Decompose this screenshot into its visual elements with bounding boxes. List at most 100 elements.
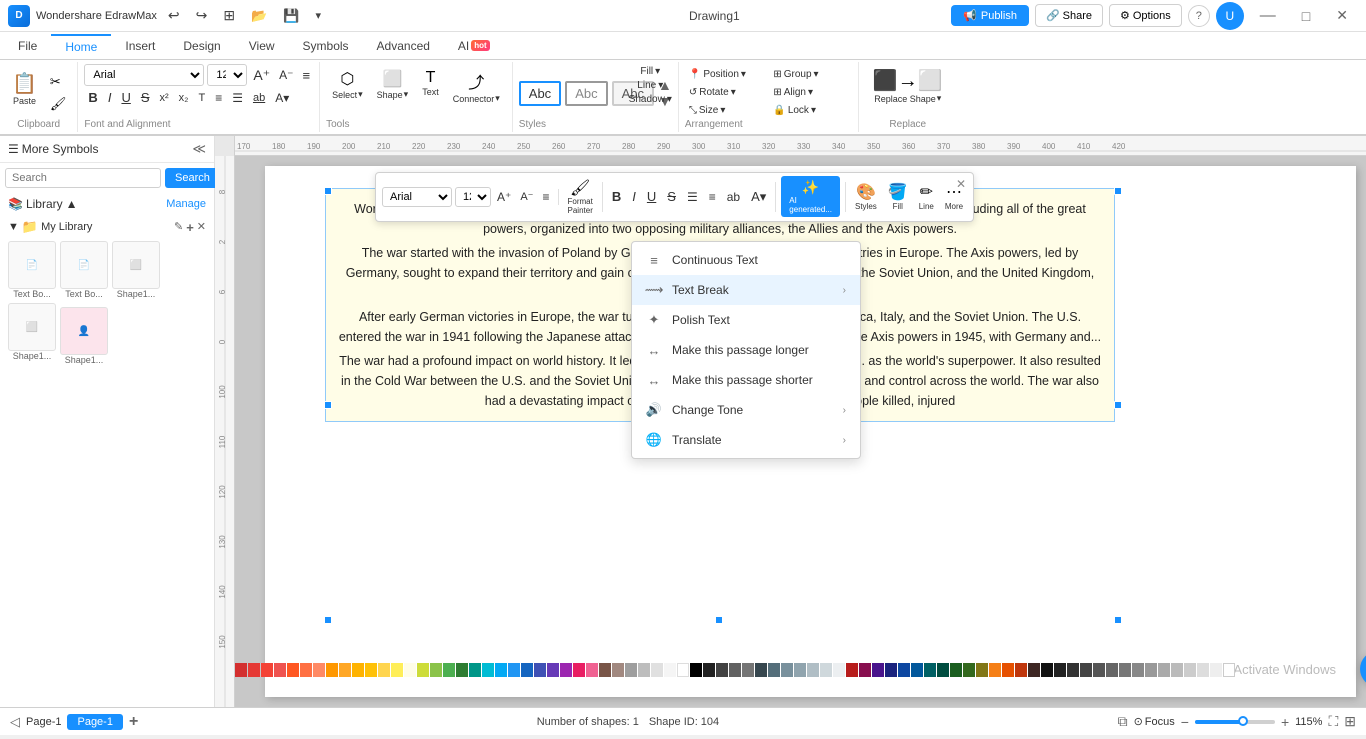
rotate-btn[interactable]: ↺ Rotate▾: [685, 84, 768, 100]
layer-icon[interactable]: ⧉: [1118, 713, 1128, 730]
color-swatch[interactable]: [417, 663, 429, 677]
more-btn[interactable]: ▾: [310, 7, 326, 24]
zoom-minus-btn[interactable]: −: [1181, 714, 1189, 730]
color-swatch[interactable]: [443, 663, 455, 677]
color-swatch[interactable]: [430, 663, 442, 677]
maximize-btn[interactable]: □: [1292, 6, 1320, 26]
ft-underline[interactable]: U: [643, 187, 660, 206]
color-swatch[interactable]: [469, 663, 481, 677]
ctx-change-tone[interactable]: 🔊 Change Tone ›: [632, 395, 860, 425]
color-swatch[interactable]: [235, 663, 247, 677]
color-swatch[interactable]: [781, 663, 793, 677]
text-align-btn[interactable]: ≡: [300, 67, 314, 84]
bold-btn[interactable]: B: [84, 89, 101, 106]
color-swatch[interactable]: [1041, 663, 1053, 677]
color-swatch[interactable]: [365, 663, 377, 677]
color-swatch[interactable]: [976, 663, 988, 677]
font-increase-btn[interactable]: A⁺: [250, 66, 273, 85]
color-swatch[interactable]: [300, 663, 312, 677]
color-swatch[interactable]: [560, 663, 572, 677]
open-btn[interactable]: 📂: [246, 6, 272, 26]
paste-btn[interactable]: 📋 Paste: [6, 68, 43, 109]
tab-design[interactable]: Design: [169, 35, 234, 57]
manage-link[interactable]: Manage: [166, 198, 206, 210]
ft-list[interactable]: ☰: [683, 188, 702, 206]
search-input[interactable]: [5, 168, 161, 188]
ft-size-up[interactable]: A⁺: [494, 189, 514, 205]
style-abc2[interactable]: Abc: [565, 81, 607, 106]
font-family-select[interactable]: Arial: [84, 64, 204, 86]
undo-btn[interactable]: ↩: [163, 5, 185, 26]
thumbnail-3[interactable]: ⬜: [112, 241, 160, 289]
color-swatch[interactable]: [794, 663, 806, 677]
color-swatch[interactable]: [1093, 663, 1105, 677]
select-btn[interactable]: ⬡ Select▾: [326, 66, 369, 103]
ctx-continuous-text[interactable]: ≡ Continuous Text: [632, 245, 860, 275]
options-button[interactable]: ⚙Options: [1109, 4, 1182, 27]
ctx-translate[interactable]: 🌐 Translate ›: [632, 425, 860, 455]
replace-shape-btn[interactable]: ⬛→⬜ Replace Shape▾: [865, 64, 951, 108]
library-close-btn[interactable]: ✕: [197, 220, 206, 235]
ctx-polish-text[interactable]: ✦ Polish Text: [632, 305, 860, 335]
ft-size-down[interactable]: A⁻: [517, 189, 536, 204]
thumbnail-5[interactable]: 👤: [60, 307, 108, 355]
color-swatch[interactable]: [911, 663, 923, 677]
sidebar-collapse-btn[interactable]: ≪: [192, 141, 206, 157]
ft-fill-btn[interactable]: 🪣 Fill: [884, 180, 912, 213]
color-swatch[interactable]: [1171, 663, 1183, 677]
color-swatch[interactable]: [1184, 663, 1196, 677]
connector-btn[interactable]: ⤴ Connector▾: [447, 66, 506, 107]
font-size-select[interactable]: 12: [207, 64, 247, 86]
color-swatch[interactable]: [391, 663, 403, 677]
color-swatch[interactable]: [482, 663, 494, 677]
align-btn[interactable]: ⊞ Align▾: [769, 84, 852, 100]
color-swatch[interactable]: [274, 663, 286, 677]
focus-btn[interactable]: ⊙Focus: [1134, 715, 1175, 728]
subscript-btn[interactable]: x₂: [175, 91, 193, 105]
color-swatch[interactable]: [547, 663, 559, 677]
library-label[interactable]: 📚 Library ▲: [8, 197, 78, 211]
color-swatch[interactable]: [690, 663, 702, 677]
color-swatch[interactable]: [937, 663, 949, 677]
page-nav-left[interactable]: ◁: [10, 714, 20, 730]
ft-size-select[interactable]: 12: [455, 187, 491, 207]
style-abc1[interactable]: Abc: [519, 81, 561, 106]
tab-symbols[interactable]: Symbols: [289, 35, 363, 57]
color-swatch[interactable]: [599, 663, 611, 677]
color-swatch[interactable]: [339, 663, 351, 677]
color-swatch[interactable]: [833, 663, 845, 677]
zoom-plus-btn[interactable]: +: [1281, 714, 1289, 730]
color-swatch[interactable]: [261, 663, 273, 677]
color-swatch[interactable]: [872, 663, 884, 677]
tab-file[interactable]: File: [4, 35, 51, 57]
ctx-text-break[interactable]: ⟿ Text Break ›: [632, 275, 860, 305]
color-swatch[interactable]: [1015, 663, 1027, 677]
publish-button[interactable]: 📢Publish: [951, 5, 1029, 26]
ctx-make-shorter[interactable]: ↔ Make this passage shorter: [632, 365, 860, 395]
user-avatar[interactable]: U: [1216, 2, 1244, 30]
color-swatch[interactable]: [326, 663, 338, 677]
format-painter-btn[interactable]: 🖌 FormatPainter: [564, 176, 597, 218]
color-swatch[interactable]: [1080, 663, 1092, 677]
color-swatch[interactable]: [820, 663, 832, 677]
color-swatch[interactable]: [1054, 663, 1066, 677]
abc-btn[interactable]: ab: [249, 91, 269, 105]
search-button[interactable]: Search: [165, 168, 220, 188]
cut-btn[interactable]: ✂: [45, 72, 72, 92]
color-swatch[interactable]: [755, 663, 767, 677]
close-btn[interactable]: ✕: [1326, 5, 1358, 26]
color-swatch[interactable]: [378, 663, 390, 677]
color-swatch[interactable]: [1197, 663, 1209, 677]
ft-bold[interactable]: B: [608, 187, 625, 206]
add-page-btn[interactable]: +: [129, 713, 138, 731]
color-swatch[interactable]: [1119, 663, 1131, 677]
page-tab[interactable]: Page-1: [67, 714, 122, 730]
color-swatch[interactable]: [742, 663, 754, 677]
color-swatch[interactable]: [950, 663, 962, 677]
ft-line-btn[interactable]: ✏ Line: [915, 180, 938, 213]
color-swatch[interactable]: [1106, 663, 1118, 677]
color-swatch[interactable]: [352, 663, 364, 677]
shadow-btn[interactable]: Shadow▾: [629, 94, 672, 105]
color-swatch[interactable]: [807, 663, 819, 677]
color-swatch[interactable]: [677, 663, 689, 677]
